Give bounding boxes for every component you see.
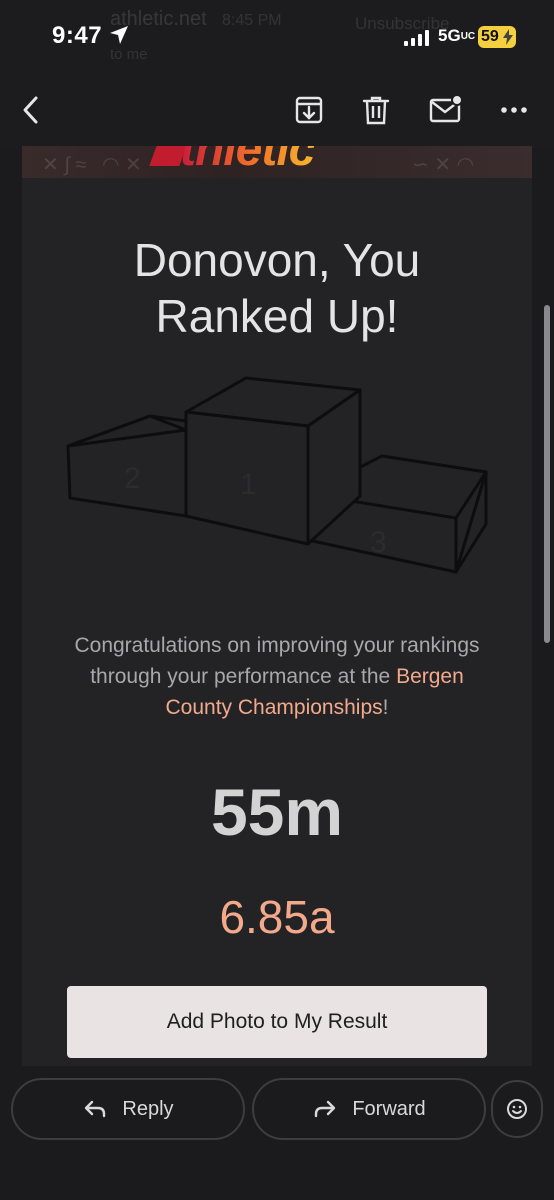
- forward-icon: [315, 1100, 336, 1118]
- forward-label: Forward: [352, 1097, 426, 1120]
- email-toolbar: [0, 72, 554, 148]
- add-photo-button[interactable]: Add Photo to My Result: [67, 986, 487, 1058]
- reply-icon: [85, 1100, 106, 1118]
- brand-banner: ✕ ∫ ≈ ◠ ✕ ∽ ✕ ◠ thletic: [22, 146, 532, 178]
- headline-line-1: Donovon, You: [133, 234, 421, 286]
- charging-bolt-icon: [503, 29, 513, 45]
- archive-icon: [295, 96, 323, 124]
- background-recipient: to me: [110, 46, 148, 63]
- headline-line-2: Ranked Up!: [155, 290, 399, 342]
- podium-label-1: 1: [240, 468, 257, 501]
- archive-button[interactable]: [291, 92, 327, 128]
- smiley-icon: [507, 1099, 527, 1119]
- congrats-end: !: [382, 696, 389, 719]
- banner-doodle: ✕ ∫ ≈: [42, 154, 87, 176]
- battery-indicator: 59: [478, 26, 516, 48]
- reply-label: Reply: [122, 1097, 174, 1120]
- reply-button[interactable]: Reply: [11, 1078, 245, 1140]
- mark-unread-icon: [429, 94, 463, 123]
- congrats-message: Congratulations on improving your rankin…: [62, 630, 492, 723]
- chevron-left-icon: [23, 96, 38, 124]
- background-time: 8:45 PM: [222, 12, 282, 29]
- email-headline: Donovon, You Ranked Up!: [22, 232, 532, 344]
- banner-doodle: ∽ ✕ ◠: [412, 154, 475, 176]
- mark-unread-button[interactable]: [428, 92, 464, 128]
- podium-label-3: 3: [370, 526, 387, 559]
- delete-button[interactable]: [358, 92, 394, 128]
- result-mark: 6.85a: [219, 891, 335, 943]
- more-horizontal-icon: [501, 107, 527, 113]
- network-indicator: 5GUC: [438, 26, 476, 45]
- scrollbar-thumb[interactable]: [544, 305, 550, 643]
- back-button[interactable]: [14, 92, 50, 128]
- status-time: 9:47: [52, 22, 103, 49]
- podium-label-2: 2: [124, 462, 141, 495]
- podium-illustration: 2 1 3: [66, 376, 488, 574]
- bottom-action-bar: Reply Forward: [0, 1066, 554, 1200]
- banner-doodle: ◠ ✕: [102, 154, 142, 176]
- location-arrow-icon: [110, 26, 128, 44]
- background-unsubscribe: Unsubscribe: [355, 14, 450, 33]
- event-name: 55m: [210, 775, 344, 849]
- forward-button[interactable]: Forward: [252, 1078, 486, 1140]
- network-suffix: UC: [460, 31, 476, 43]
- email-body: ✕ ∫ ≈ ◠ ✕ ∽ ✕ ◠ thletic Donovon, You Ran…: [22, 146, 532, 1066]
- emoji-reaction-button[interactable]: [491, 1080, 543, 1138]
- signal-icon: [404, 30, 429, 46]
- status-bar: athletic.net 8:45 PM Unsubscribe to me 9…: [0, 0, 554, 72]
- trash-icon: [362, 96, 390, 125]
- brand-logo: thletic: [180, 146, 315, 177]
- more-button[interactable]: [496, 92, 532, 128]
- battery-level: 59: [481, 28, 499, 45]
